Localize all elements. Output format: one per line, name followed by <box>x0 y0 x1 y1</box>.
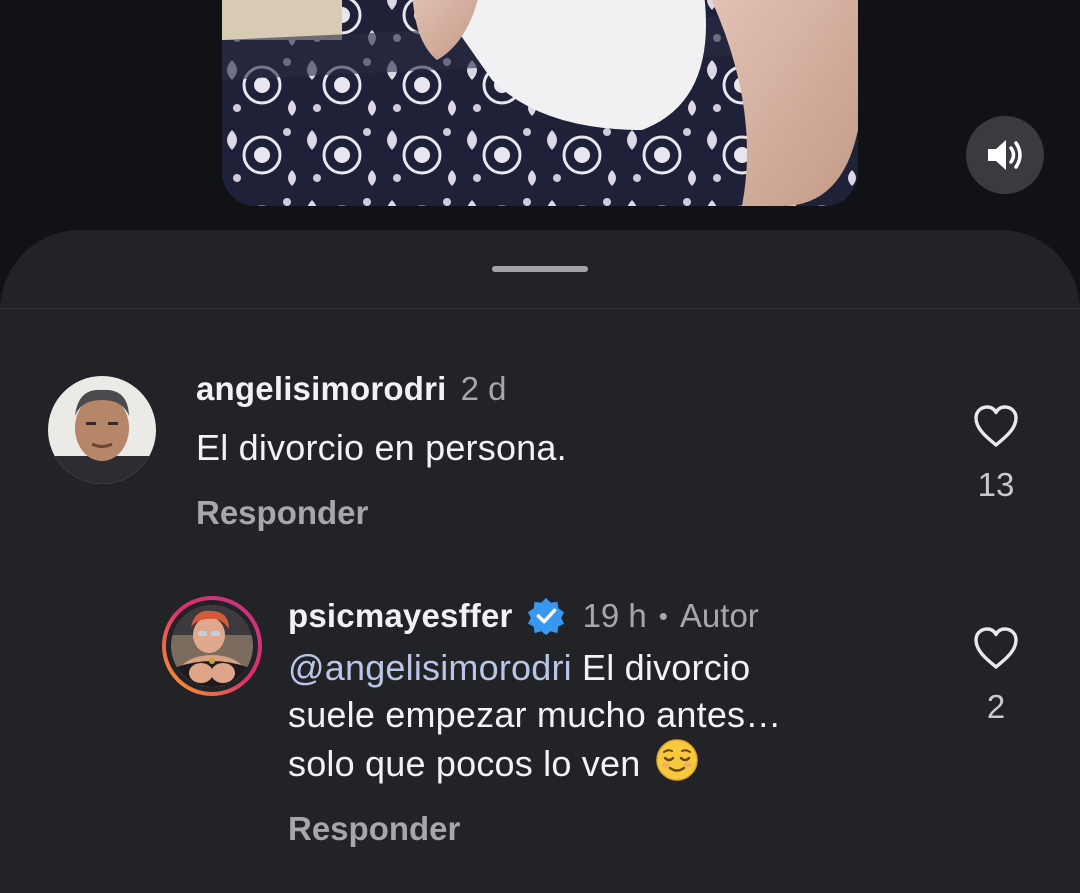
relieved-face-emoji <box>655 739 698 781</box>
video-preview[interactable] <box>222 0 858 206</box>
avatar-story-ring[interactable] <box>162 596 262 696</box>
like-column: 2 <box>961 626 1031 726</box>
sheet-drag-handle[interactable] <box>492 266 588 272</box>
reply-item: psicmayesffer 19 h • Autor @angelisimoro… <box>0 596 1080 893</box>
reply-text-line-3: solo que pocos lo ven <box>288 738 781 787</box>
screen: angelisimorodri 2 d El divorcio en perso… <box>0 0 1080 893</box>
verified-badge-icon <box>527 597 564 635</box>
comments-sheet: angelisimorodri 2 d El divorcio en perso… <box>0 230 1080 893</box>
like-count: 2 <box>986 688 1006 725</box>
reply-text-line-2: suele empezar mucho antes… <box>288 694 782 735</box>
speaker-volume-icon <box>988 140 1022 170</box>
like-column: 13 <box>961 404 1031 504</box>
comment-header: angelisimorodri 2 d <box>196 370 506 408</box>
reply-timestamp: 19 h <box>582 597 647 634</box>
author-tag: Autor <box>679 597 759 634</box>
heart-outline-icon[interactable] <box>972 404 1020 448</box>
avatar[interactable] <box>48 376 156 484</box>
comment-timestamp: 2 d <box>460 370 507 407</box>
reply-username[interactable]: psicmayesffer <box>288 597 513 635</box>
reply-text: @angelisimorodri El divorcio suele empez… <box>288 644 781 787</box>
comment-username[interactable]: angelisimorodri <box>196 370 447 408</box>
mention-link[interactable]: @angelisimorodri <box>288 647 572 688</box>
reply-text-part: El divorcio <box>571 647 751 688</box>
reply-button[interactable]: Responder <box>196 494 368 532</box>
reply-header: psicmayesffer 19 h • Autor <box>288 596 759 636</box>
reply-text-line-1: @angelisimorodri El divorcio <box>288 644 781 691</box>
like-count: 13 <box>977 466 1015 503</box>
mute-button[interactable] <box>966 116 1044 194</box>
user-photo <box>48 376 156 484</box>
separator-dot: • <box>658 600 668 631</box>
comment-text: El divorcio en persona. <box>196 427 567 468</box>
user-photo <box>171 605 253 687</box>
reply-button[interactable]: Responder <box>288 810 460 848</box>
heart-outline-icon[interactable] <box>972 626 1020 670</box>
reply-text-part: solo que pocos lo ven <box>288 743 641 784</box>
video-thumbnail-image <box>222 0 858 206</box>
sheet-divider <box>0 308 1080 309</box>
comment-item: angelisimorodri 2 d El divorcio en perso… <box>0 370 1080 570</box>
